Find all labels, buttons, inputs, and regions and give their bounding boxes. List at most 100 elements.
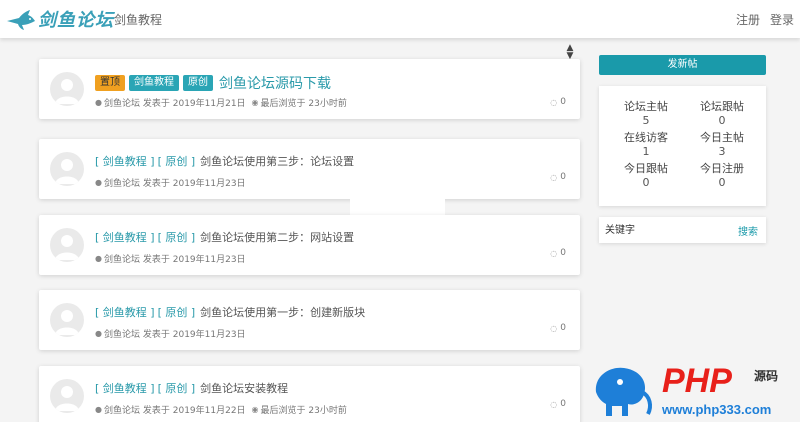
avatar[interactable]: [50, 379, 84, 413]
reply-count: ◌ 0: [550, 97, 566, 107]
search-box: 搜索: [599, 217, 766, 243]
user-silhouette-icon: [55, 310, 79, 335]
site-logo[interactable]: 剑鱼论坛: [6, 5, 114, 33]
post-item[interactable]: 置顶 剑鱼教程 原创 剑鱼论坛源码下载 ● 剑鱼论坛 发表于 2019年11月2…: [39, 59, 580, 119]
stat-today-threads: 今日主帖 3: [687, 131, 757, 159]
reply-count: ◌ 0: [550, 172, 566, 182]
post-meta: ● 剑鱼论坛 发表于 2019年11月23日: [95, 252, 246, 265]
post-meta: ● 剑鱼论坛 发表于 2019年11月23日: [95, 176, 246, 189]
post-date: 发表于 2019年11月21日: [142, 99, 246, 109]
post-title-link[interactable]: 剑鱼论坛使用第一步：创建新版块: [200, 304, 365, 320]
watermark: PHP 源码 www.php333.com: [590, 362, 800, 422]
category-link[interactable]: [ 剑鱼教程 ]: [95, 153, 155, 169]
eye-icon: ◉: [251, 98, 259, 107]
sort-toggle-icon[interactable]: ▲ ▼: [565, 44, 575, 61]
stat-value: 0: [718, 114, 726, 127]
watermark-url: www.php333.com: [662, 402, 772, 417]
stat-today-registrations: 今日注册 0: [687, 162, 757, 190]
stat-label: 今日跟帖: [624, 162, 668, 175]
post-meta: ● 剑鱼论坛 发表于 2019年11月23日: [95, 327, 246, 340]
sticky-tag[interactable]: 置顶: [95, 75, 125, 91]
comment-icon: ◌: [550, 248, 558, 258]
stat-total-replies: 论坛跟帖 0: [687, 100, 757, 128]
post-author[interactable]: 剑鱼论坛: [104, 176, 140, 189]
user-silhouette-icon: [55, 79, 79, 104]
comment-icon: ◌: [550, 172, 558, 182]
original-tag[interactable]: 原创: [183, 75, 213, 91]
post-meta: ● 剑鱼论坛 发表于 2019年11月21日 ◉ 最后浏览于 23小时前: [95, 96, 347, 109]
reply-count: ◌ 0: [550, 399, 566, 409]
comment-icon: ◌: [550, 97, 558, 107]
user-silhouette-icon: [55, 159, 79, 184]
stat-label: 在线访客: [624, 131, 668, 144]
stat-label: 今日主帖: [700, 131, 744, 144]
register-link[interactable]: 注册: [736, 11, 760, 28]
search-button[interactable]: 搜索: [738, 223, 758, 238]
post-item[interactable]: [ 剑鱼教程 ] [ 原创 ] 剑鱼论坛安装教程 ● 剑鱼论坛 发表于 2019…: [39, 366, 580, 422]
post-date: 发表于 2019年11月23日: [142, 330, 246, 340]
avatar[interactable]: [50, 152, 84, 186]
post-title-link[interactable]: 剑鱼论坛安装教程: [200, 380, 288, 396]
post-last-view: 最后浏览于 23小时前: [260, 406, 347, 416]
nav-item-tutorial[interactable]: 剑鱼教程: [114, 11, 162, 28]
post-author[interactable]: 剑鱼论坛: [104, 327, 140, 340]
forum-stats-panel: 论坛主帖 5 论坛跟帖 0 在线访客 1 今日主帖 3 今日跟帖 0 今日注册 …: [599, 86, 766, 206]
login-link[interactable]: 登录: [770, 11, 794, 28]
post-title-row: 置顶 剑鱼教程 原创 剑鱼论坛源码下载: [95, 73, 331, 93]
stat-value: 0: [642, 176, 650, 189]
account-links: 注册 登录: [736, 11, 794, 28]
reply-count: ◌ 0: [550, 323, 566, 333]
post-meta: ● 剑鱼论坛 发表于 2019年11月22日 ◉ 最后浏览于 23小时前: [95, 403, 347, 416]
stat-value: 0: [718, 176, 726, 189]
reply-count-value: 0: [560, 248, 566, 258]
user-silhouette-icon: [55, 235, 79, 260]
post-title-link[interactable]: 剑鱼论坛源码下载: [219, 73, 331, 93]
category-link[interactable]: [ 剑鱼教程 ]: [95, 304, 155, 320]
stat-today-replies: 今日跟帖 0: [611, 162, 681, 190]
original-link[interactable]: [ 原创 ]: [158, 229, 196, 245]
post-title-row: [ 剑鱼教程 ] [ 原创 ] 剑鱼论坛使用第二步：网站设置: [95, 229, 354, 245]
stat-value: 1: [642, 145, 650, 158]
reply-count-value: 0: [560, 323, 566, 333]
post-title-row: [ 剑鱼教程 ] [ 原创 ] 剑鱼论坛使用第一步：创建新版块: [95, 304, 365, 320]
user-icon: ●: [95, 178, 102, 187]
eye-icon: ◉: [251, 405, 259, 414]
category-tag[interactable]: 剑鱼教程: [129, 75, 179, 91]
top-header: 剑鱼论坛 剑鱼教程 注册 登录: [0, 0, 800, 38]
post-title-link[interactable]: 剑鱼论坛使用第二步：网站设置: [200, 229, 354, 245]
avatar[interactable]: [50, 303, 84, 337]
user-icon: ●: [95, 98, 102, 107]
stat-total-threads: 论坛主帖 5: [611, 100, 681, 128]
user-icon: ●: [95, 329, 102, 338]
post-item[interactable]: [ 剑鱼教程 ] [ 原创 ] 剑鱼论坛使用第二步：网站设置 ● 剑鱼论坛 发表…: [39, 215, 580, 275]
avatar[interactable]: [50, 72, 84, 106]
post-author[interactable]: 剑鱼论坛: [104, 252, 140, 265]
reply-count-value: 0: [560, 172, 566, 182]
stat-online-visitors: 在线访客 1: [611, 131, 681, 159]
reply-count: ◌ 0: [550, 248, 566, 258]
avatar[interactable]: [50, 228, 84, 262]
post-date: 发表于 2019年11月22日: [142, 406, 246, 416]
new-post-button[interactable]: 发新帖: [599, 55, 766, 75]
original-link[interactable]: [ 原创 ]: [158, 380, 196, 396]
category-link[interactable]: [ 剑鱼教程 ]: [95, 380, 155, 396]
logo-text: 剑鱼论坛: [38, 10, 114, 31]
search-input[interactable]: [605, 222, 725, 238]
reply-count-value: 0: [560, 399, 566, 409]
post-item[interactable]: [ 剑鱼教程 ] [ 原创 ] 剑鱼论坛使用第三步：论坛设置 ● 剑鱼论坛 发表…: [39, 139, 580, 199]
post-last-view: 最后浏览于 23小时前: [260, 99, 347, 109]
watermark-side-text: 源码: [754, 369, 779, 383]
stat-label: 论坛跟帖: [700, 100, 744, 113]
post-author[interactable]: 剑鱼论坛: [104, 403, 140, 416]
original-link[interactable]: [ 原创 ]: [158, 153, 196, 169]
user-icon: ●: [95, 254, 102, 263]
post-item[interactable]: [ 剑鱼教程 ] [ 原创 ] 剑鱼论坛使用第一步：创建新版块 ● 剑鱼论坛 发…: [39, 290, 580, 350]
original-link[interactable]: [ 原创 ]: [158, 304, 196, 320]
category-link[interactable]: [ 剑鱼教程 ]: [95, 229, 155, 245]
post-title-link[interactable]: 剑鱼论坛使用第三步：论坛设置: [200, 153, 354, 169]
stat-value: 3: [718, 145, 726, 158]
post-title-row: [ 剑鱼教程 ] [ 原创 ] 剑鱼论坛使用第三步：论坛设置: [95, 153, 354, 169]
stat-label: 论坛主帖: [624, 100, 668, 113]
post-author[interactable]: 剑鱼论坛: [104, 96, 140, 109]
stat-value: 5: [642, 114, 650, 127]
